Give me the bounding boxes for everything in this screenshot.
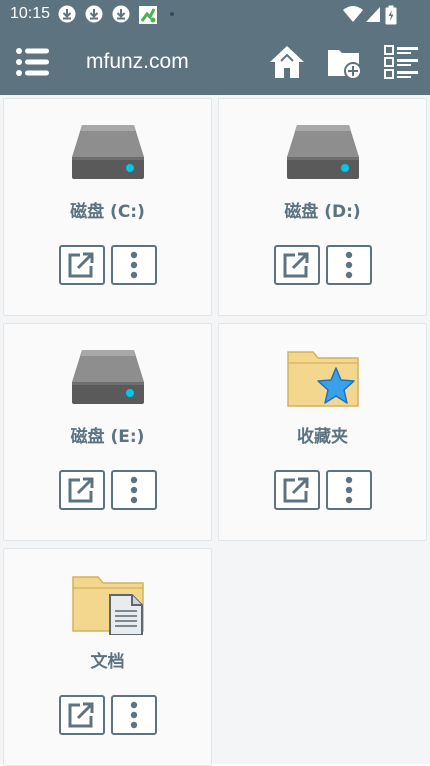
open-external-icon [283,252,309,278]
download-icon [58,5,76,23]
open-button[interactable] [59,245,105,285]
drive-icon [72,350,144,404]
new-folder-icon[interactable] [325,42,365,82]
battery-charging-icon [385,5,397,25]
open-button[interactable] [59,695,105,735]
storage-card-favorites[interactable]: 收藏夹 [218,323,427,541]
storage-card-label: 收藏夹 [297,427,348,447]
favorites-folder-icon [287,351,359,407]
open-button[interactable] [274,245,320,285]
app-title: mfunz.com [86,50,189,73]
list-view-icon[interactable] [382,42,422,82]
storage-card-e[interactable]: 磁盘 (E:) [3,323,212,541]
dot-icon [170,12,174,16]
open-external-icon [68,477,94,503]
documents-folder-icon [72,576,144,635]
menu-icon[interactable] [14,46,52,78]
more-vertical-icon [345,476,353,504]
app-bar: mfunz.com [0,28,430,95]
more-vertical-icon [345,251,353,279]
drive-icon [287,125,359,179]
storage-grid: 磁盘 (C:) 磁盘 (D:) 磁盘 (E:) 收藏夹 文档 [0,95,430,766]
more-vertical-icon [130,701,138,729]
signal-icon [366,7,380,22]
storage-card-documents[interactable]: 文档 [3,548,212,766]
more-options-button[interactable] [111,470,157,510]
more-options-button[interactable] [326,245,372,285]
more-vertical-icon [130,251,138,279]
download-icon [112,5,130,23]
open-button[interactable] [59,470,105,510]
drive-icon [72,125,144,179]
home-icon[interactable] [267,42,307,82]
open-external-icon [283,477,309,503]
more-vertical-icon [130,476,138,504]
status-time: 10:15 [10,5,51,22]
android-icon [139,6,157,24]
more-options-button[interactable] [111,695,157,735]
storage-card-label: 磁盘 (D:) [284,202,361,222]
storage-card-label: 磁盘 (C:) [70,202,145,222]
storage-card-d[interactable]: 磁盘 (D:) [218,98,427,316]
open-external-icon [68,702,94,728]
open-button[interactable] [274,470,320,510]
storage-card-label: 文档 [90,652,125,672]
wifi-icon [343,6,363,22]
status-bar: 10:15 [0,0,430,28]
storage-card-label: 磁盘 (E:) [70,427,145,447]
more-options-button[interactable] [326,470,372,510]
storage-card-c[interactable]: 磁盘 (C:) [3,98,212,316]
more-options-button[interactable] [111,245,157,285]
download-icon [85,5,103,23]
open-external-icon [68,252,94,278]
